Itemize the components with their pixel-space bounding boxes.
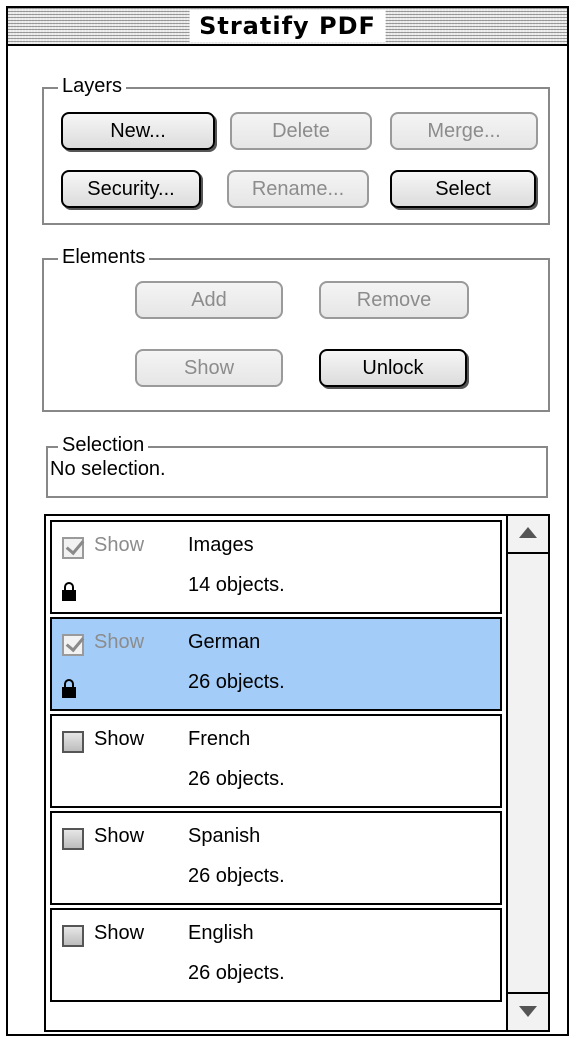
layer-name: Spanish xyxy=(188,825,261,847)
layer-row-german[interactable]: Show German 26 objects. xyxy=(50,617,502,711)
layers-group-label: Layers xyxy=(58,75,127,97)
layer-name: English xyxy=(188,922,254,944)
lock-icon xyxy=(62,679,76,699)
elements-group-label: Elements xyxy=(58,246,150,268)
layer-object-count: 26 objects. xyxy=(188,962,285,984)
window-titlebar[interactable]: Stratify PDF xyxy=(8,8,567,46)
layer-object-count: 26 objects. xyxy=(188,865,285,887)
window-title: Stratify PDF xyxy=(189,10,386,42)
layer-name: French xyxy=(188,728,251,750)
selection-text: No selection. xyxy=(50,458,166,480)
layers-group: Layers New... Delete Merge... Security..… xyxy=(42,75,550,225)
arrow-down-icon xyxy=(519,1006,537,1017)
layer-row-english[interactable]: Show English 26 objects. xyxy=(50,908,502,1002)
rename-layer-button[interactable]: Rename... xyxy=(227,170,369,208)
arrow-up-icon xyxy=(519,527,537,538)
delete-layer-button[interactable]: Delete xyxy=(230,112,372,150)
select-layer-button[interactable]: Select xyxy=(390,170,536,208)
layer-object-count: 26 objects. xyxy=(188,768,285,790)
show-label: Show xyxy=(94,534,145,556)
show-checkbox-german[interactable] xyxy=(62,634,84,656)
selection-label: Selection xyxy=(58,434,149,456)
scroll-down-button[interactable] xyxy=(508,992,548,1030)
security-button[interactable]: Security... xyxy=(61,170,201,208)
show-label: Show xyxy=(94,825,145,847)
show-label: Show xyxy=(94,631,145,653)
add-element-button[interactable]: Add xyxy=(135,281,283,319)
list-scrollbar[interactable] xyxy=(506,516,548,1030)
elements-group: Elements Add Remove Show Unlock xyxy=(42,246,550,412)
layer-row-french[interactable]: Show French 26 objects. xyxy=(50,714,502,808)
show-element-button[interactable]: Show xyxy=(135,349,283,387)
new-layer-button[interactable]: New... xyxy=(61,112,215,150)
selection-box: Selection No selection. xyxy=(46,434,548,498)
show-checkbox-french[interactable] xyxy=(62,731,84,753)
stratify-pdf-window: Stratify PDF Layers New... Delete Merge.… xyxy=(6,6,569,1036)
merge-layer-button[interactable]: Merge... xyxy=(390,112,538,150)
lock-icon xyxy=(62,582,76,602)
layer-object-count: 14 objects. xyxy=(188,574,285,596)
show-label: Show xyxy=(94,728,145,750)
show-checkbox-english[interactable] xyxy=(62,925,84,947)
scroll-up-button[interactable] xyxy=(508,516,548,554)
layer-row-spanish[interactable]: Show Spanish 26 objects. xyxy=(50,811,502,905)
show-checkbox-spanish[interactable] xyxy=(62,828,84,850)
show-checkbox-images[interactable] xyxy=(62,537,84,559)
unlock-element-button[interactable]: Unlock xyxy=(319,349,467,387)
layer-name: Images xyxy=(188,534,254,556)
show-label: Show xyxy=(94,922,145,944)
remove-element-button[interactable]: Remove xyxy=(319,281,469,319)
layer-list: Show Images 14 objects. Show German 26 o… xyxy=(44,514,550,1032)
layer-name: German xyxy=(188,631,261,653)
layer-object-count: 26 objects. xyxy=(188,671,285,693)
layer-row-images[interactable]: Show Images 14 objects. xyxy=(50,520,502,614)
